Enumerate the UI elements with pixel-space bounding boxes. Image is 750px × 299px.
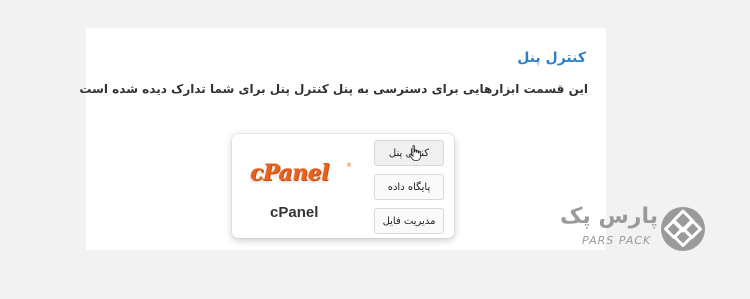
file-manager-button[interactable]: مدیریت فایل <box>374 208 444 234</box>
file-manager-button-label: مدیریت فایل <box>382 216 436 227</box>
cpanel-name: cPanel <box>270 204 319 221</box>
cpanel-logo: cPanel <box>250 160 329 186</box>
brand-name-en: PARS PACK <box>582 234 652 247</box>
parspack-logo-icon <box>661 207 705 251</box>
control-panel-button[interactable]: کنترل پنل <box>374 140 444 166</box>
brand-name-fa: پارس پک <box>560 204 658 229</box>
section-title: کنترل پنل <box>517 50 586 66</box>
database-button[interactable]: پایگاه داده <box>374 174 444 200</box>
cpanel-logo-area: cPanel ® cPanel <box>244 156 354 226</box>
trademark-mark: ® <box>346 162 352 169</box>
cpanel-card: cPanel ® cPanel کنترل پنل پایگاه داده مد… <box>232 134 454 238</box>
section-description: این قسمت ابزارهایی برای دسترسی به پنل کن… <box>79 82 588 96</box>
content-panel: کنترل پنل این قسمت ابزارهایی برای دسترسی… <box>79 28 606 250</box>
hand-pointer-icon <box>409 145 421 161</box>
parspack-brand: پارس پک PARS PACK <box>560 204 710 256</box>
database-button-label: پایگاه داده <box>387 182 431 193</box>
